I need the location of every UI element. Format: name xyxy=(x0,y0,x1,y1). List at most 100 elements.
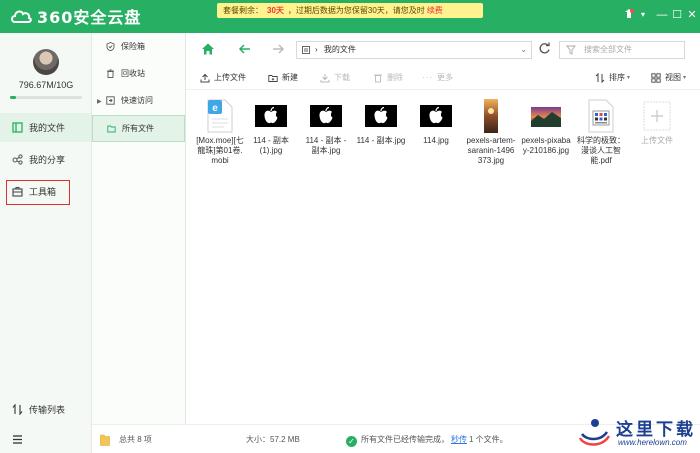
folder-item-all-files[interactable]: 所有文件 xyxy=(92,115,185,142)
file-name: 114 - 副本 - 副本.jpg xyxy=(305,136,347,155)
main-menu-button[interactable] xyxy=(0,425,91,453)
title-bar: 360安全云盘 套餐剩余： 30天 ，过期后数据为您保留30天，请您及时 续费 ▾ —… xyxy=(0,0,700,33)
notice-prefix: 套餐剩余： xyxy=(223,6,263,15)
back-arrow-icon[interactable] xyxy=(238,42,252,56)
more-dots-icon: ··· xyxy=(422,73,433,82)
hamburger-icon xyxy=(13,435,22,444)
path-current[interactable]: 我的文件 xyxy=(324,45,356,54)
check-icon: ✓ xyxy=(346,436,357,447)
folder-panel: 保险箱 回收站 ▶ 快速访问 所有文件 xyxy=(92,33,186,453)
apple-image-thumbnail xyxy=(420,99,452,133)
plus-icon xyxy=(641,99,673,133)
file-item[interactable]: 科学的极致：漫谈人工智能.pdf xyxy=(576,99,626,166)
sidebar-item-label: 我的分享 xyxy=(29,155,66,165)
sidebar: 796.67M/10G 我的文件 我的分享 工具箱 传输列表 xyxy=(0,33,92,453)
navigation-bar: › 我的文件 ⌄ 搜索全部文件 xyxy=(186,33,700,65)
file-icon xyxy=(12,122,23,133)
mobi-file-icon: e xyxy=(204,99,236,133)
folder-item-trash[interactable]: 回收站 xyxy=(92,60,185,87)
watermark-url: www.herelown.com xyxy=(618,438,687,447)
file-name: pexels-artem-saranin-1496373.jpg xyxy=(466,136,516,165)
main-panel: › 我的文件 ⌄ 搜索全部文件 上传文件 新建 下载 删除 ··· 更多 排序 … xyxy=(186,33,700,453)
file-name: 114 - 副本.jpg xyxy=(356,136,406,145)
home-icon[interactable] xyxy=(201,42,215,56)
file-item[interactable]: pexels-artem-saranin-1496373.jpg xyxy=(466,99,516,166)
safe-icon xyxy=(106,42,115,51)
close-button[interactable]: ✕ xyxy=(685,8,699,22)
sort-label: 排序 xyxy=(609,73,625,82)
upload-file-tile[interactable]: 上传文件 xyxy=(632,99,682,146)
download-icon xyxy=(320,73,330,82)
search-input[interactable]: 搜索全部文件 xyxy=(559,41,685,59)
delete-button[interactable]: 删除 xyxy=(373,72,403,83)
folder-item-label: 所有文件 xyxy=(122,124,154,133)
transfer-status: ✓ 所有文件已经传输完成， 秒传 1 个文件。 xyxy=(346,434,508,447)
chevron-down-icon: ▾ xyxy=(683,75,687,81)
sidebar-item-my-shares[interactable]: 我的分享 xyxy=(0,145,91,174)
file-name: pexels-pixabay-210186.jpg xyxy=(521,136,571,155)
view-label: 视图 xyxy=(665,73,681,82)
folder-item-safe[interactable]: 保险箱 xyxy=(92,33,185,60)
folder-icon xyxy=(107,125,116,133)
file-item[interactable]: 114 - 副本.jpg xyxy=(356,99,406,146)
share-icon xyxy=(12,154,23,165)
trash-icon xyxy=(374,74,382,82)
sort-button[interactable]: 排序 ▾ xyxy=(595,72,630,83)
apple-image-thumbnail xyxy=(255,99,287,133)
minimize-button[interactable]: — xyxy=(655,8,669,22)
path-bar[interactable]: › 我的文件 ⌄ xyxy=(296,41,532,59)
app-logo: 360安全云盘 xyxy=(10,4,141,28)
maximize-button[interactable]: ☐ xyxy=(670,8,684,22)
watermark-logo-icon xyxy=(578,419,611,446)
cloud-logo-icon xyxy=(11,10,32,23)
download-button[interactable]: 下载 xyxy=(320,72,350,83)
upload-label: 上传文件 xyxy=(214,73,246,82)
view-button[interactable]: 视图 ▾ xyxy=(651,72,686,83)
renew-link[interactable]: 续费 xyxy=(427,6,443,15)
folder-icon xyxy=(100,434,110,448)
download-label: 下载 xyxy=(334,73,350,82)
avatar[interactable] xyxy=(33,49,59,75)
file-item[interactable]: e [Mox.moe][七龍珠]第01卷.mobi xyxy=(195,99,245,166)
file-name: [Mox.moe][七龍珠]第01卷.mobi xyxy=(196,136,244,165)
upload-icon xyxy=(200,73,210,82)
transfer-done-text: 所有文件已经传输完成， xyxy=(361,435,449,444)
more-button[interactable]: ··· 更多 xyxy=(422,72,453,83)
refresh-icon[interactable] xyxy=(537,42,551,56)
menu-chevron-icon[interactable]: ▾ xyxy=(636,8,650,22)
instant-upload-link[interactable]: 秒传 xyxy=(451,435,467,444)
chevron-down-icon[interactable]: ⌄ xyxy=(520,42,527,58)
notice-days: 30天 xyxy=(267,6,284,15)
quota-text: 796.67M/10G xyxy=(18,80,74,90)
file-item[interactable]: 114.jpg xyxy=(411,99,461,146)
apple-image-thumbnail xyxy=(365,99,397,133)
quota-bar-fill xyxy=(10,96,16,99)
more-label: 更多 xyxy=(437,73,453,82)
file-name: 114.jpg xyxy=(423,136,449,145)
total-size: 大小：57.2 MB xyxy=(246,435,300,444)
portrait-photo-thumbnail xyxy=(475,99,507,133)
total-count: 总共 8 项 xyxy=(119,435,152,444)
search-placeholder: 搜索全部文件 xyxy=(584,45,632,54)
notice-message: ，过期后数据为您保留30天，请您及时 xyxy=(287,6,425,15)
delete-label: 删除 xyxy=(387,73,403,82)
upload-button[interactable]: 上传文件 xyxy=(200,72,246,83)
toolbar: 上传文件 新建 下载 删除 ··· 更多 排序 ▾ 视图 ▾ xyxy=(186,66,700,90)
file-name: 上传文件 xyxy=(641,136,673,145)
forward-arrow-icon[interactable] xyxy=(271,42,285,56)
toolbox-highlight-box xyxy=(6,180,70,205)
app-title: 360安全云盘 xyxy=(37,8,142,27)
folder-item-quick-access[interactable]: 快速访问 xyxy=(92,87,185,114)
sidebar-item-my-files[interactable]: 我的文件 xyxy=(0,113,91,142)
chevron-down-icon: ▾ xyxy=(627,75,631,81)
file-item[interactable]: pexels-pixabay-210186.jpg xyxy=(521,99,571,156)
subscription-notice: 套餐剩余： 30天 ，过期后数据为您保留30天，请您及时 续费 xyxy=(217,3,483,18)
file-item[interactable]: 114 - 副本 - 副本.jpg xyxy=(301,99,351,156)
skin-icon[interactable] xyxy=(622,8,636,22)
file-item[interactable]: 114 - 副本 (1).jpg xyxy=(246,99,296,156)
quick-access-icon xyxy=(106,96,115,105)
path-separator: › xyxy=(315,45,318,54)
new-button[interactable]: 新建 xyxy=(268,72,298,83)
new-label: 新建 xyxy=(282,73,298,82)
transfer-list-button[interactable]: 传输列表 xyxy=(0,395,91,424)
